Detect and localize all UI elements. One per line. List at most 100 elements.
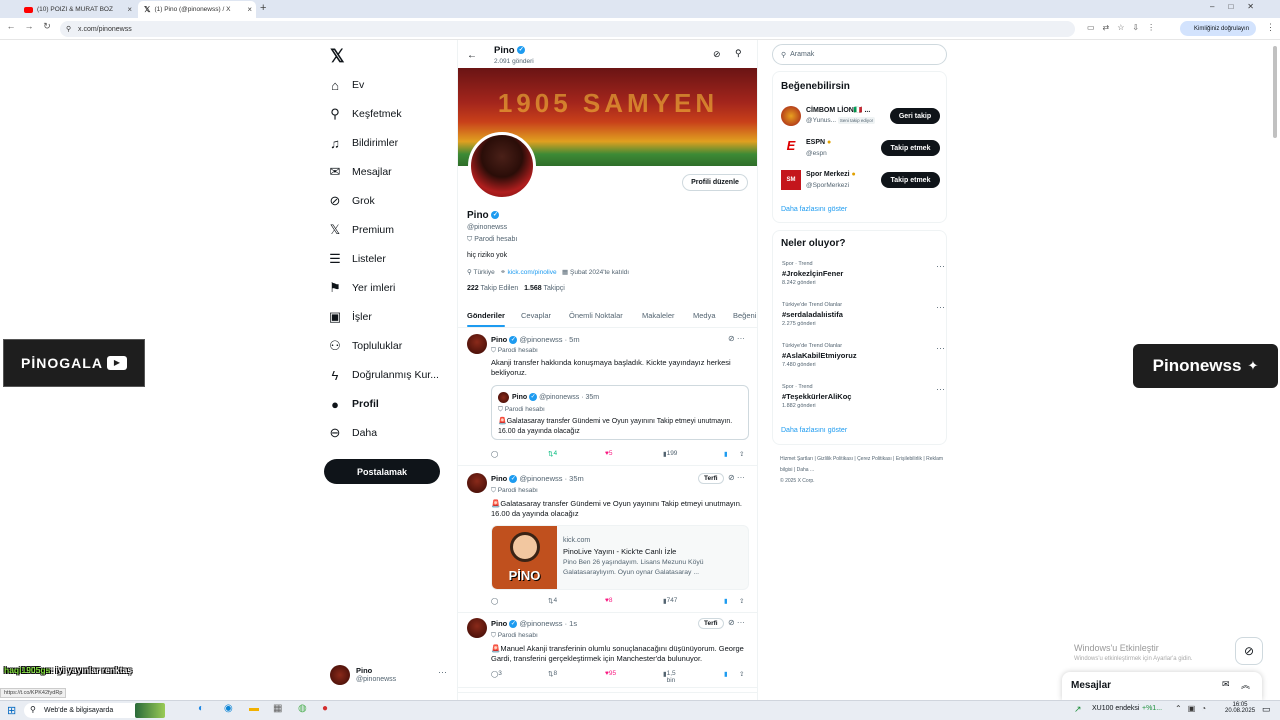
nav-jobs[interactable]: ▣ İşler [328, 304, 372, 330]
reply-button[interactable]: ◯ 3 [491, 670, 502, 678]
avatar[interactable] [781, 106, 801, 126]
nav-grok[interactable]: ⊘ Grok [328, 188, 375, 214]
profile-avatar[interactable] [468, 132, 536, 200]
grok-icon[interactable]: ⊘ [713, 49, 721, 60]
x-logo-icon[interactable]: 𝕏 [330, 46, 345, 67]
more-icon[interactable]: ⊘ ··· [728, 473, 745, 482]
nav-explore[interactable]: ⚲ Keşfetmek [328, 101, 401, 127]
browser-tab-x[interactable]: 𝕏 (1) Pino (@pinonewss) / X × [138, 1, 256, 18]
show-more-link[interactable]: Daha fazlasını göster [781, 206, 847, 213]
trend-item[interactable]: Türkiye'de Trend Olanlar #serdaladalıisti… [782, 302, 945, 327]
link-card[interactable]: PİNO kick.com PinoLive Yayını - Kick'te … [491, 525, 749, 590]
show-more-link[interactable]: Daha fazlasını göster [781, 427, 847, 434]
nav-bookmarks[interactable]: ⚑ Yer imleri [328, 275, 395, 301]
quoted-tweet[interactable]: Pino ✓ @pinonewss · 35m ⛉ Parodi hesabı … [491, 385, 749, 440]
windows-start-icon[interactable]: ⊞ [7, 704, 16, 717]
tab-media[interactable]: Medya [693, 311, 716, 320]
footer-link[interactable]: Hizmet Şartları [780, 456, 813, 462]
more-icon[interactable]: ··· [936, 384, 945, 394]
account-switcher[interactable]: Pino @pinonewss ··· [330, 665, 455, 689]
nav-premium[interactable]: 𝕏 Premium [328, 217, 394, 243]
reply-icon[interactable]: ◯ [491, 597, 498, 605]
url-field[interactable]: ⚲ x.com/pinonewss [60, 21, 1075, 37]
folder-icon[interactable]: ▬ [249, 703, 259, 714]
back-icon[interactable]: ← [4, 21, 18, 31]
promote-button[interactable]: Terfi [698, 473, 724, 484]
like-button[interactable]: ♥ 5 [605, 450, 612, 457]
edit-profile-button[interactable]: Profili düzenle [682, 174, 748, 191]
store-icon[interactable]: ▦ [273, 703, 282, 714]
close-icon[interactable]: × [127, 5, 132, 14]
avatar[interactable] [467, 473, 487, 493]
more-icon[interactable]: ⊘ ··· [728, 618, 745, 627]
spor-merkezi-logo-icon[interactable]: SM [781, 170, 801, 190]
tab-likes[interactable]: Beğeni [733, 311, 756, 320]
follow-button[interactable]: Takip etmek [881, 172, 940, 188]
tweet[interactable]: Pino ✓ @pinonewss · 35m Terfi ⊘ ··· ⛉ Pa… [458, 473, 757, 613]
search-input[interactable]: ⚲ Aramak [772, 44, 947, 65]
back-arrow-icon[interactable]: ← [467, 50, 477, 61]
nav-lists[interactable]: ☰ Listeler [328, 246, 386, 272]
like-button[interactable]: ♥ 8 [605, 597, 612, 604]
nav-home[interactable]: ⌂ Ev [328, 72, 364, 98]
chrome-icon[interactable]: ◍ [298, 703, 307, 714]
tweet[interactable]: Pino ✓ @pinonewss · 5m ⊘ ··· ⛉ Parodi he… [458, 334, 757, 466]
new-tab-button[interactable]: + [260, 2, 266, 14]
more-icon[interactable]: ⊘ ··· [728, 334, 745, 343]
trend-item[interactable]: Spor · Trend #JrokezİçinFener 8.242 gönder… [782, 261, 945, 286]
more-icon[interactable]: ··· [936, 261, 945, 271]
nav-profile[interactable]: ● Profil [328, 391, 379, 417]
more-icon[interactable]: ··· [936, 302, 945, 312]
nav-messages[interactable]: ✉ Mesajlar [328, 159, 392, 185]
profile-link[interactable]: kick.com/pinolive [507, 269, 556, 276]
search-icon[interactable]: ⚲ [735, 48, 742, 59]
nav-communities[interactable]: ⚇ Topluluklar [328, 333, 402, 359]
bookmark-icon[interactable]: ▮ [724, 670, 728, 678]
tab-replies[interactable]: Cevaplar [521, 311, 551, 320]
nav-verified-orgs[interactable]: ϟ Doğrulanmış Kur... [328, 362, 439, 388]
copilot-icon[interactable]: ◐ [198, 703, 204, 714]
more-icon[interactable]: ··· [438, 667, 447, 677]
trend-item[interactable]: Türkiye'de Trend Olanlar #AslaKabilEtmiyo… [782, 343, 945, 368]
compose-message-icon[interactable]: ✉ [1222, 679, 1230, 690]
forward-icon[interactable]: → [22, 21, 36, 31]
retweet-button[interactable]: ⇅ 4 [548, 450, 557, 458]
footer-link[interactable]: Çerez Politikası [857, 456, 892, 462]
nav-more[interactable]: ⊖ Daha [328, 420, 378, 446]
trend-item[interactable]: Spor · Trend #TeşekkürlerAliKoç 1.882 gönd… [782, 384, 945, 409]
share-icon[interactable]: ⇪ [739, 450, 744, 458]
chevron-up-icon[interactable]: ︽ [1241, 678, 1250, 691]
window-controls[interactable]: –□✕ [1210, 2, 1268, 11]
tab-posts[interactable]: Gönderiler [467, 311, 505, 320]
nav-notifications[interactable]: ♫ Bildirimler [328, 130, 398, 156]
promote-button[interactable]: Terfi [698, 618, 724, 629]
profile-chip[interactable]: Kimliğiniz doğrulayın [1180, 21, 1256, 36]
scrollbar-thumb[interactable] [1273, 46, 1277, 138]
bookmark-icon[interactable]: ▮ [724, 597, 728, 605]
follow-button[interactable]: Takip etmek [881, 140, 940, 156]
retweet-button[interactable]: ⇅ 8 [548, 670, 557, 678]
share-icon[interactable]: ⇪ [739, 670, 744, 678]
follow-back-button[interactable]: Geri takip [890, 108, 940, 124]
close-icon[interactable]: × [247, 5, 252, 14]
menu-icon[interactable]: ⋮ [1266, 22, 1275, 33]
tray-icons[interactable]: ⌃▣◔ [1175, 704, 1212, 713]
tweet[interactable]: Pino ✓ @pinonewss · 1s Terfi ⊘ ··· ⛉ Par… [458, 618, 757, 688]
follow-stats[interactable]: 222 Takip Edilen 1.568 Takipçi [467, 285, 565, 292]
messages-drawer[interactable]: Mesajlar ✉ ︽ [1062, 672, 1262, 700]
avatar[interactable] [467, 618, 487, 638]
views-button[interactable]: ▮ 747 [663, 597, 677, 605]
browser-tab-youtube[interactable]: (10) POIZI & MURAT BOZ × [18, 1, 136, 18]
footer-link[interactable]: Erişilebilirlik [896, 456, 922, 462]
espn-logo-icon[interactable]: E [781, 138, 801, 158]
avatar[interactable] [467, 334, 487, 354]
post-button[interactable]: Postalamak [324, 459, 440, 484]
tab-articles[interactable]: Makaleler [642, 311, 675, 320]
like-button[interactable]: ♥ 95 [605, 670, 616, 677]
reply-icon[interactable]: ◯ [491, 450, 498, 458]
retweet-button[interactable]: ⇅ 4 [548, 597, 557, 605]
widgets-icon[interactable] [135, 703, 165, 718]
views-button[interactable]: ▮ 199 [663, 450, 677, 458]
toolbar-icons[interactable]: ▭⇄☆⇩⋮ [1087, 23, 1163, 32]
edge-icon[interactable]: ◉ [224, 703, 233, 714]
